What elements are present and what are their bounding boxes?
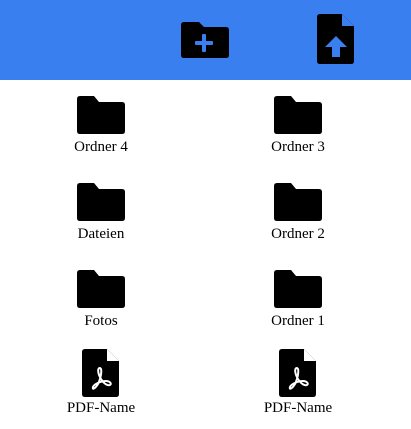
pdf-label: PDF-Name: [66, 400, 136, 416]
folder-tile[interactable]: Dateien: [31, 183, 171, 263]
folder-tile[interactable]: Ordner 3: [228, 96, 368, 176]
pdf-file-icon: [279, 349, 316, 397]
folder-label: Ordner 4: [74, 139, 128, 155]
folder-label: Fotos: [84, 313, 118, 329]
folder-icon: [77, 96, 125, 134]
folder-tile[interactable]: Ordner 4: [31, 96, 171, 176]
pdf-tile[interactable]: PDF-Name: [228, 349, 368, 429]
folder-icon: [77, 183, 125, 221]
folder-icon: [77, 270, 125, 308]
folder-tile[interactable]: Fotos: [31, 270, 171, 350]
toolbar: [0, 0, 411, 80]
folder-label: Dateien: [77, 226, 125, 242]
folder-icon: [274, 183, 322, 221]
folder-plus-icon[interactable]: [180, 21, 230, 59]
folder-label: Ordner 2: [271, 226, 325, 242]
folder-icon: [274, 270, 322, 308]
folder-tile[interactable]: Ordner 1: [228, 270, 368, 350]
pdf-tile[interactable]: PDF-Name: [31, 349, 171, 429]
folder-label: Ordner 3: [271, 139, 325, 155]
folder-label: Ordner 1: [271, 313, 325, 329]
pdf-file-icon: [82, 349, 119, 397]
folder-tile[interactable]: Ordner 2: [228, 183, 368, 263]
folder-icon: [274, 96, 322, 134]
file-upload-icon[interactable]: [317, 14, 355, 64]
pdf-label: PDF-Name: [263, 400, 333, 416]
